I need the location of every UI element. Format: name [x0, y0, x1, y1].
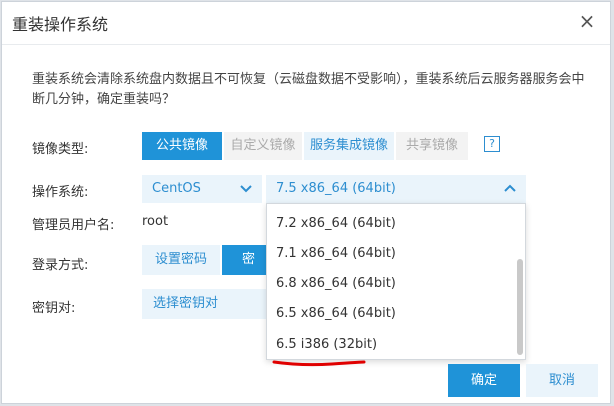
dropdown-option[interactable]: 6.5 x86_64 (64bit) — [276, 306, 396, 321]
reinstall-os-dialog: 重装操作系统 × 重装系统会清除系统盘内数据且不可恢复（云磁盘数据不受影响），重… — [1, 1, 611, 404]
select-key-pair-button[interactable]: 选择密钥对 — [142, 289, 266, 319]
os-version-dropdown: 7.2 x86_64 (64bit) 7.1 x86_64 (64bit) 6.… — [266, 203, 526, 360]
login-key-option[interactable]: 密钥 — [222, 245, 266, 297]
os-label: 操作系统: — [32, 185, 89, 200]
os-distro-value: CentOS — [152, 181, 201, 196]
dropdown-option[interactable]: 7.2 x86_64 (64bit) — [276, 216, 396, 231]
key-pair-label: 密钥对: — [32, 301, 76, 316]
cancel-button[interactable]: 取消 — [526, 364, 598, 397]
os-distro-select[interactable]: CentOS — [142, 175, 262, 203]
chevron-down-icon — [240, 175, 252, 213]
image-type-public[interactable]: 公共镜像 — [142, 132, 222, 160]
image-type-shared[interactable]: 共享镜像 — [396, 132, 468, 160]
warning-text: 重装系统会清除系统盘内数据且不可恢复（云磁盘数据不受影响），重装系统后云服务器服… — [32, 72, 585, 107]
red-underline-annotation — [272, 360, 366, 367]
dropdown-scrollbar[interactable] — [517, 259, 523, 355]
image-type-service[interactable]: 服务集成镜像 — [304, 132, 394, 160]
admin-user-value: root — [142, 214, 169, 229]
image-type-custom[interactable]: 自定义镜像 — [224, 132, 302, 160]
dropdown-option[interactable]: 7.1 x86_64 (64bit) — [276, 246, 396, 261]
login-method-label: 登录方式: — [32, 258, 89, 273]
dropdown-option[interactable]: 6.8 x86_64 (64bit) — [276, 276, 396, 291]
os-version-select[interactable]: 7.5 x86_64 (64bit) — [266, 175, 526, 203]
login-password-option[interactable]: 设置密码 — [142, 245, 220, 275]
dialog-title: 重装操作系统 — [12, 15, 109, 34]
os-version-value: 7.5 x86_64 (64bit) — [276, 181, 396, 196]
dropdown-option-selected[interactable]: 6.5 i386 (32bit) — [276, 337, 377, 352]
admin-user-label: 管理员用户名: — [32, 218, 115, 233]
image-type-label: 镜像类型: — [32, 142, 89, 157]
close-icon[interactable]: × — [576, 10, 598, 32]
title-divider — [2, 44, 610, 45]
help-icon[interactable]: ? — [484, 136, 500, 152]
confirm-button[interactable]: 确定 — [448, 364, 520, 397]
